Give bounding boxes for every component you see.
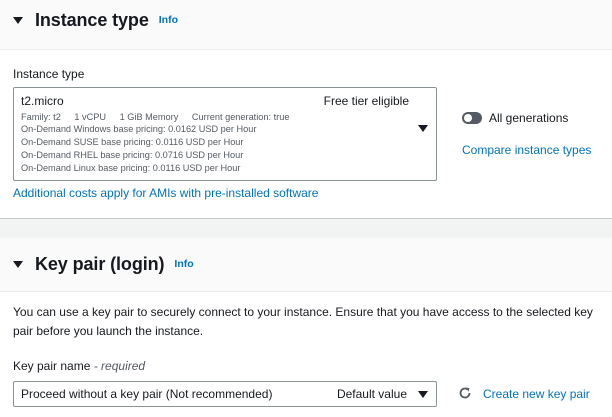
instance-type-panel: Instance type Info Instance type t2.micr…	[0, 0, 612, 219]
pricing-suse: On-Demand SUSE base pricing: 0.0116 USD …	[21, 137, 244, 147]
key-pair-name-label: Key pair name - required	[13, 359, 145, 373]
instance-type-name: t2.micro	[21, 94, 64, 108]
create-new-key-pair-link[interactable]: Create new key pair	[483, 387, 590, 401]
collapse-caret-icon[interactable]	[13, 260, 23, 268]
all-generations-toggle[interactable]	[462, 112, 482, 124]
all-generations-label: All generations	[489, 111, 569, 125]
additional-costs-link[interactable]: Additional costs apply for AMIs with pre…	[13, 186, 318, 200]
chevron-down-icon[interactable]	[418, 125, 428, 132]
instance-type-header-row[interactable]: Instance type Info	[0, 8, 612, 32]
key-pair-header-row[interactable]: Key pair (login) Info	[0, 252, 612, 276]
instance-vcpu: 1 vCPU	[74, 112, 107, 122]
pricing-rhel: On-Demand RHEL base pricing: 0.0716 USD …	[21, 150, 244, 160]
compare-instance-types-link[interactable]: Compare instance types	[462, 143, 591, 157]
collapse-caret-icon[interactable]	[13, 16, 23, 24]
section-title: Instance type	[35, 9, 149, 30]
instance-family: Family: t2	[21, 112, 61, 122]
section-title: Key pair (login)	[35, 253, 165, 274]
key-pair-label-text: Key pair name	[13, 359, 91, 373]
instance-type-select[interactable]: t2.micro Free tier eligible Family: t2 1…	[13, 87, 437, 181]
pricing-windows: On-Demand Windows base pricing: 0.0162 U…	[21, 124, 257, 134]
instance-specs: Family: t2 1 vCPU 1 GiB Memory Current g…	[21, 112, 300, 122]
info-link[interactable]: Info	[174, 258, 193, 270]
instance-memory: 1 GiB Memory	[119, 112, 179, 122]
section-gap	[0, 219, 612, 238]
instance-type-label: Instance type	[13, 67, 85, 81]
pricing-linux: On-Demand Linux base pricing: 0.0116 USD…	[21, 163, 241, 173]
key-pair-description: You can use a key pair to securely conne…	[13, 305, 593, 338]
required-marker: - required	[93, 359, 146, 373]
refresh-icon[interactable]	[458, 386, 472, 400]
chevron-down-icon[interactable]	[418, 391, 428, 398]
default-value-tag: Default value	[336, 387, 407, 401]
key-pair-select[interactable]: Proceed without a key pair (Not recommen…	[13, 381, 437, 407]
info-link[interactable]: Info	[159, 14, 178, 26]
key-pair-panel: Key pair (login) Info You can use a key …	[0, 238, 612, 417]
free-tier-badge: Free tier eligible	[323, 94, 409, 108]
key-pair-selected-value: Proceed without a key pair (Not recommen…	[21, 387, 273, 401]
instance-generation: Current generation: true	[191, 112, 290, 122]
